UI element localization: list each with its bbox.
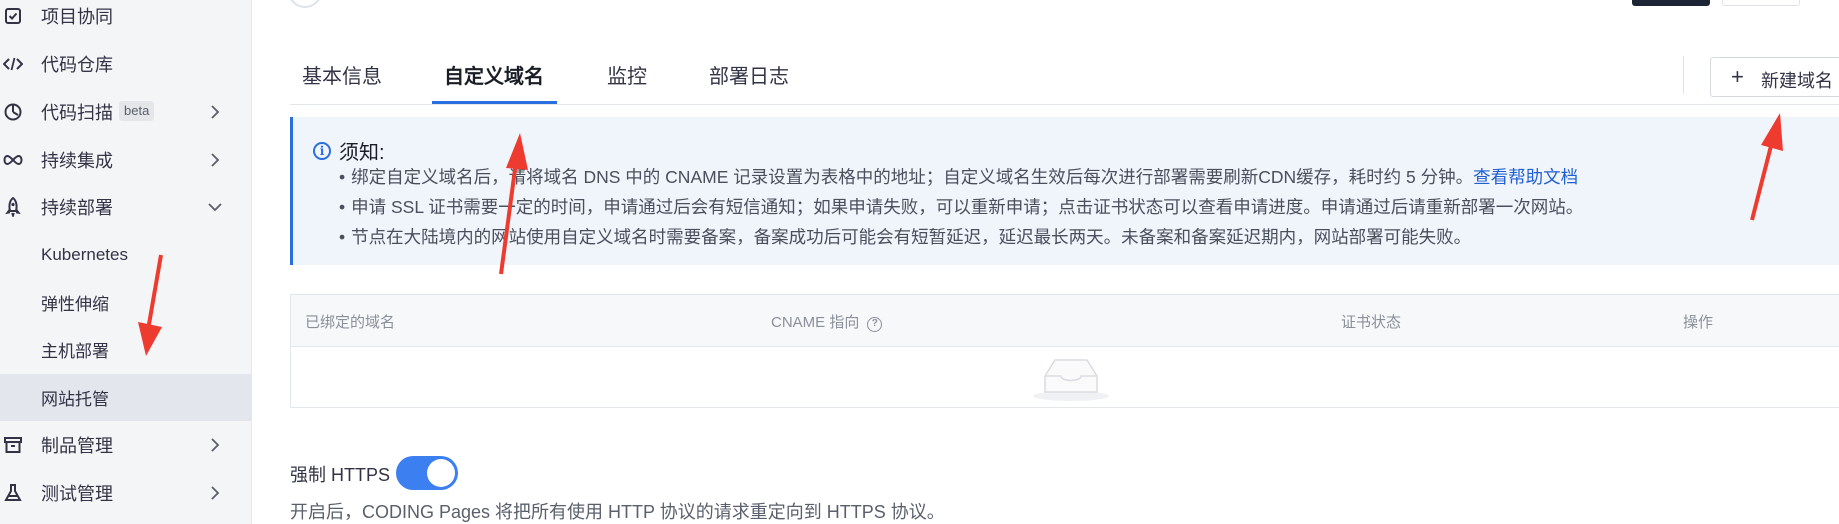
column-header-cert-status: 证书状态 xyxy=(1341,314,1402,331)
header-primary-button[interactable] xyxy=(1632,0,1710,6)
new-domain-label: 新建域名 xyxy=(1761,71,1833,91)
package-icon xyxy=(2,434,24,456)
sidebar-item-label: 代码仓库 xyxy=(41,54,113,75)
header-secondary-button[interactable] xyxy=(1722,0,1800,6)
chevron-right-icon xyxy=(208,485,222,500)
sidebar-item-label: 弹性伸缩 xyxy=(41,295,109,314)
sidebar-item-autoscaling[interactable]: 弹性伸缩 xyxy=(0,279,252,326)
notice-panel: i 须知: • 绑定自定义域名后，请将域名 DNS 中的 CNAME 记录设置为表… xyxy=(290,117,1839,265)
checkbox-icon xyxy=(2,5,24,27)
sidebar-item-code-scan[interactable]: 代码扫描 beta xyxy=(0,88,252,135)
column-header-cname: CNAME 指向? xyxy=(771,311,883,332)
table-header: 已绑定的域名 CNAME 指向? 证书状态 操作 xyxy=(291,295,1839,347)
sidebar-item-testing[interactable]: 测试管理 xyxy=(0,469,252,516)
rocket-icon xyxy=(2,196,24,218)
flask-icon xyxy=(2,482,24,504)
sidebar-item-label: 持续部署 xyxy=(41,197,113,218)
sidebar-item-label: 网站托管 xyxy=(41,390,109,409)
sidebar-item-project-collab[interactable]: 项目协同 xyxy=(0,0,252,39)
sidebar-item-ci[interactable]: 持续集成 xyxy=(0,136,252,183)
notice-title: 须知: xyxy=(339,142,385,164)
tab-custom-domain[interactable]: 自定义域名 xyxy=(444,60,544,89)
tab-monitoring[interactable]: 监控 xyxy=(607,60,647,89)
sidebar-item-label: 测试管理 xyxy=(41,483,113,504)
chevron-down-icon xyxy=(208,200,222,214)
force-https-toggle[interactable] xyxy=(396,456,458,490)
code-icon xyxy=(2,53,24,75)
sidebar-item-kubernetes[interactable]: Kubernetes xyxy=(0,231,252,278)
help-doc-link[interactable]: 查看帮助文档 xyxy=(1473,167,1578,187)
help-icon[interactable]: ? xyxy=(867,317,883,332)
sidebar: 项目协同 代码仓库 代码扫描 beta 持续集成 持续部署 Kubernetes… xyxy=(0,0,252,524)
infinity-icon xyxy=(2,149,24,171)
sidebar-item-host-deploy[interactable]: 主机部署 xyxy=(0,326,252,373)
tab-deploy-logs[interactable]: 部署日志 xyxy=(709,60,789,89)
tab-basic-info[interactable]: 基本信息 xyxy=(302,60,382,89)
column-header-actions: 操作 xyxy=(1683,314,1714,331)
chevron-right-icon xyxy=(208,437,222,452)
sidebar-item-label: 持续集成 xyxy=(41,150,113,171)
force-https-description: 开启后，CODING Pages 将把所有使用 HTTP 协议的请求重定向到 H… xyxy=(290,502,945,522)
notice-line: • 节点在大陆境内的网站使用自定义域名时需要备案，备案成功后可能会有短暂延迟，延迟… xyxy=(339,227,1472,247)
sidebar-item-label: 项目协同 xyxy=(41,6,113,27)
notice-line-text: 节点在大陆境内的网站使用自定义域名时需要备案，备案成功后可能会有短暂延迟，延迟最… xyxy=(351,227,1472,247)
empty-inbox-icon xyxy=(1033,359,1109,401)
tabs-divider xyxy=(290,104,1839,105)
sidebar-item-website-hosting[interactable]: 网站托管 xyxy=(0,374,252,421)
sidebar-item-label: 代码扫描 xyxy=(41,102,113,123)
force-https-label: 强制 HTTPS xyxy=(290,465,391,485)
column-header-domain: 已绑定的域名 xyxy=(305,314,396,331)
chevron-right-icon xyxy=(208,104,222,119)
notice-line-text: 申请 SSL 证书需要一定的时间，申请通过后会有短信通知；如果申请失败，可以重新… xyxy=(351,197,1584,217)
notice-line: • 申请 SSL 证书需要一定的时间，申请通过后会有短信通知；如果申请失败，可以重… xyxy=(339,197,1584,217)
sidebar-item-label: 主机部署 xyxy=(41,342,109,361)
chevron-right-icon xyxy=(208,152,222,167)
sidebar-item-label: 制品管理 xyxy=(41,435,113,456)
toggle-knob xyxy=(427,459,455,487)
notice-line: • 绑定自定义域名后，请将域名 DNS 中的 CNAME 记录设置为表格中的地址；… xyxy=(339,167,1579,187)
sidebar-item-cd[interactable]: 持续部署 xyxy=(0,183,252,230)
sidebar-item-artifacts[interactable]: 制品管理 xyxy=(0,421,252,468)
sidebar-item-code-repo[interactable]: 代码仓库 xyxy=(0,40,252,87)
beta-badge: beta xyxy=(119,101,155,121)
info-icon: i xyxy=(313,142,331,160)
sidebar-item-label: Kubernetes xyxy=(41,244,128,264)
new-domain-button[interactable]: + 新建域名 xyxy=(1710,57,1839,97)
notice-line-text: 绑定自定义域名后，请将域名 DNS 中的 CNAME 记录设置为表格中的地址；自… xyxy=(351,167,1474,187)
column-header-cname-label: CNAME 指向 xyxy=(771,314,860,331)
domain-table: 已绑定的域名 CNAME 指向? 证书状态 操作 xyxy=(290,294,1839,408)
toolbar-divider xyxy=(1683,56,1684,94)
plus-icon: + xyxy=(1731,64,1744,89)
project-avatar[interactable] xyxy=(288,0,322,8)
scan-icon xyxy=(2,101,24,123)
